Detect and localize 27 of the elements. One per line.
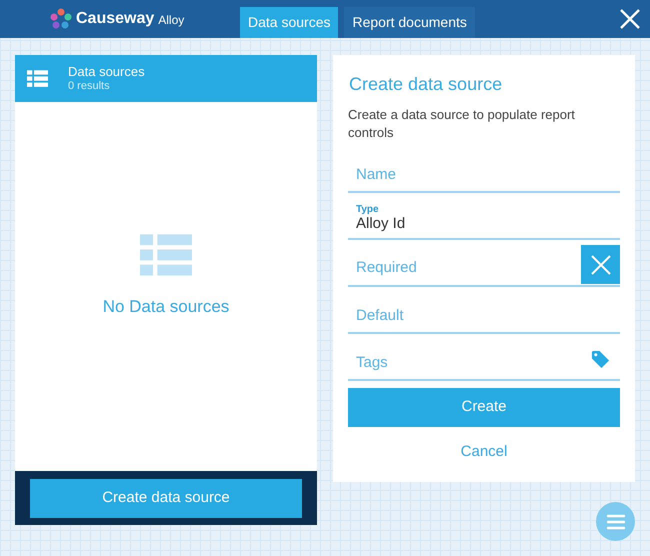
- form-title: Create data source: [348, 73, 504, 96]
- form-description: Create a data source to populate report controls: [348, 106, 576, 142]
- menu-button[interactable]: [596, 502, 635, 541]
- cancel-link[interactable]: Cancel: [460, 441, 508, 464]
- close-icon: [588, 252, 612, 276]
- toggle-button[interactable]: [581, 245, 620, 284]
- close-icon[interactable]: [620, 9, 640, 29]
- create-button[interactable]: Create: [348, 388, 620, 427]
- input-field[interactable]: Name: [348, 146, 620, 191]
- tag-icon: [591, 350, 610, 369]
- menu-icon: [606, 514, 624, 530]
- tags-field[interactable]: Tags: [348, 334, 620, 379]
- list-icon: [27, 70, 48, 88]
- brand-name: Causeway: [76, 9, 154, 29]
- empty-message: No Data sources: [102, 296, 230, 318]
- field-value: Alloy Id: [356, 215, 406, 234]
- input-field[interactable]: Default: [348, 287, 620, 332]
- logo-icon: [50, 8, 72, 30]
- type-field[interactable]: Type Alloy Id: [348, 193, 620, 240]
- nav-tab[interactable]: Data sources: [240, 7, 338, 38]
- nav-tab[interactable]: Report documents: [344, 7, 475, 38]
- result-count: 0 results: [68, 80, 111, 94]
- field-label: Type: [356, 205, 380, 216]
- create-data-source-button[interactable]: Create data source: [30, 478, 302, 518]
- panel-title: Data sources: [68, 64, 145, 80]
- field-label: Required: [355, 258, 418, 278]
- product-name: Alloy: [158, 12, 184, 29]
